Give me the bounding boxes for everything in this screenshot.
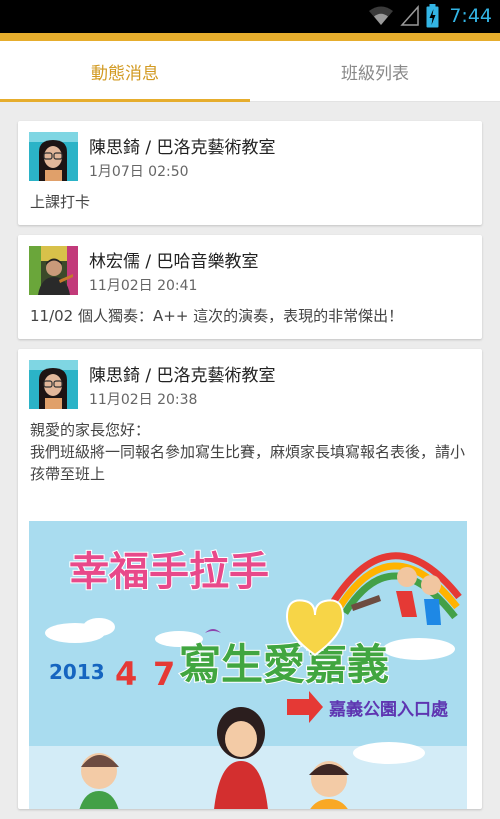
wifi-icon <box>369 6 394 25</box>
post-text: 11/02 個人獨奏：A++ 這次的演奏，表現的非常傑出！ <box>30 307 404 325</box>
post-image[interactable]: 幸福手拉手 寫生愛嘉義 2013 4 7 嘉義公園入口處 <box>29 521 467 809</box>
svg-text:嘉義公園入口處: 嘉義公園入口處 <box>328 699 449 720</box>
signal-icon <box>400 5 420 26</box>
accent-bar <box>0 33 500 41</box>
svg-text:寫生愛嘉義: 寫生愛嘉義 <box>179 640 389 689</box>
post-card[interactable]: 陳思錡 / 巴洛克藝術教室 11月02日 20:38 親愛的家長您好： 我們班級… <box>18 349 482 809</box>
avatar[interactable] <box>29 360 78 409</box>
post-author: 陳思錡 / 巴洛克藝術教室 <box>89 138 276 158</box>
tab-class-list[interactable]: 班級列表 <box>250 41 500 101</box>
post-text: 上課打卡 <box>30 193 91 211</box>
post-time: 11月02日 20:41 <box>89 278 198 294</box>
status-bar: 7:44 <box>0 0 500 33</box>
svg-text:7: 7 <box>153 655 175 693</box>
svg-text:2013: 2013 <box>49 660 105 684</box>
battery-charging-icon <box>426 4 439 28</box>
post-card[interactable]: 陳思錡 / 巴洛克藝術教室 1月07日 02:50 上課打卡 <box>18 121 482 225</box>
post-card[interactable]: 林宏儒 / 巴哈音樂教室 11月02日 20:41 11/02 個人獨奏：A++… <box>18 235 482 339</box>
avatar[interactable] <box>29 246 78 295</box>
post-author: 林宏儒 / 巴哈音樂教室 <box>89 252 259 272</box>
svg-text:4: 4 <box>115 655 137 693</box>
post-author: 陳思錡 / 巴洛克藝術教室 <box>89 366 276 386</box>
svg-text:幸福手拉手: 幸福手拉手 <box>69 549 269 595</box>
post-text: 親愛的家長您好： 我們班級將一同報名參加寫生比賽，麻煩家長填寫報名表後，請小孩帶… <box>30 421 466 483</box>
post-time: 1月07日 02:50 <box>89 164 189 180</box>
tab-news-feed[interactable]: 動態消息 <box>0 41 250 102</box>
news-feed: 陳思錡 / 巴洛克藝術教室 1月07日 02:50 上課打卡 林宏儒 / 巴哈音… <box>18 121 482 819</box>
clock: 7:44 <box>449 5 492 27</box>
avatar[interactable] <box>29 132 78 181</box>
tab-bar: 動態消息 班級列表 <box>0 41 500 102</box>
post-time: 11月02日 20:38 <box>89 392 198 408</box>
